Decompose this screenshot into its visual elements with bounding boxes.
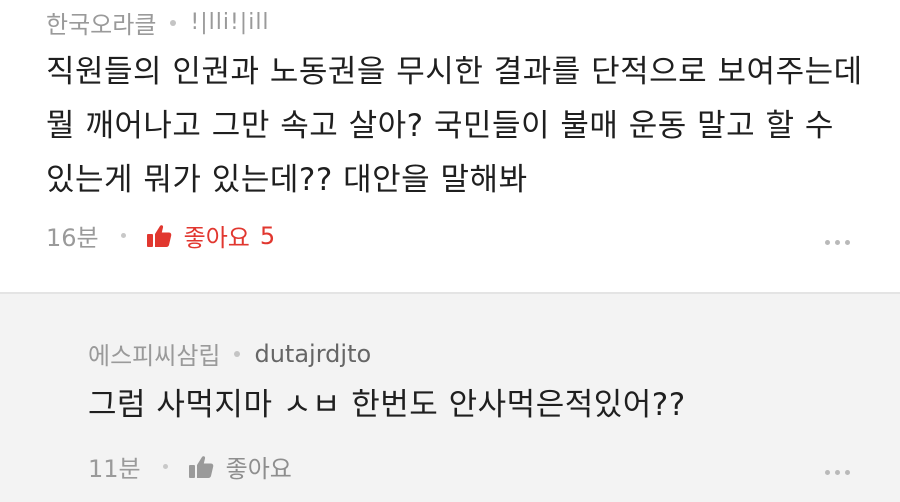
comment-line: 뭘 깨어나고 그만 속고 살아? 국민들이 불매 운동 말고 할 수 — [46, 108, 834, 144]
like-count: 5 — [259, 221, 276, 250]
comment-meta: 에스피씨삼립 dutajrdjto — [88, 336, 371, 371]
more-dot — [845, 240, 850, 245]
comment-line: 있는게 뭐가 있는데?? 대안을 말해봐 — [46, 162, 528, 198]
user-id: !|lli!|ill — [190, 10, 270, 35]
like-label: 좋아요 — [183, 224, 250, 252]
more-options-button[interactable] — [825, 240, 850, 245]
like-label: 좋아요 — [225, 455, 292, 483]
author-name[interactable]: 한국오라클 — [46, 5, 156, 40]
more-dot — [845, 470, 850, 475]
like-button[interactable]: 좋아요 — [188, 449, 292, 484]
more-horizontal-icon — [825, 470, 830, 475]
comment-meta: 한국오라클 !|lli!|ill — [46, 5, 270, 40]
more-options-button[interactable] — [825, 470, 850, 475]
thumbs-up-icon — [188, 455, 226, 479]
separator-dot — [120, 233, 126, 238]
more-dot — [835, 470, 840, 475]
more-horizontal-icon — [825, 240, 830, 245]
more-dot — [835, 240, 840, 245]
comment-line: 그럼 사먹지마 ㅅㅂ 한번도 안사먹은적있어?? — [88, 387, 686, 423]
thumbs-up-icon — [146, 224, 184, 248]
separator-dot — [170, 19, 177, 26]
comment: 한국오라클 !|lli!|ill 직원들의 인권과 노동권을 무시한 결과를 단… — [0, 0, 900, 292]
comment-time: 16분 — [46, 224, 99, 252]
reply-comment: 에스피씨삼립 dutajrdjto 그럼 사먹지마 ㅅㅂ 한번도 안사먹은적있어… — [0, 294, 900, 502]
comment-line: 직원들의 인권과 노동권을 무시한 결과를 단적으로 보여주는데 — [46, 54, 863, 90]
comment-actions: 16분 좋아요 5 — [46, 218, 275, 253]
comment-body: 그럼 사먹지마 ㅅㅂ 한번도 안사먹은적있어?? — [88, 378, 686, 432]
separator-dot — [234, 350, 241, 357]
user-id: dutajrdjto — [254, 339, 372, 368]
separator-dot — [162, 464, 168, 469]
comment-body: 직원들의 인권과 노동권을 무시한 결과를 단적으로 보여주는데 뭘 깨어나고 … — [46, 45, 863, 207]
comment-time: 11분 — [88, 455, 141, 483]
like-button[interactable]: 좋아요 5 — [146, 218, 276, 253]
comment-actions: 11분 좋아요 — [88, 449, 292, 484]
author-name[interactable]: 에스피씨삼립 — [88, 336, 220, 371]
